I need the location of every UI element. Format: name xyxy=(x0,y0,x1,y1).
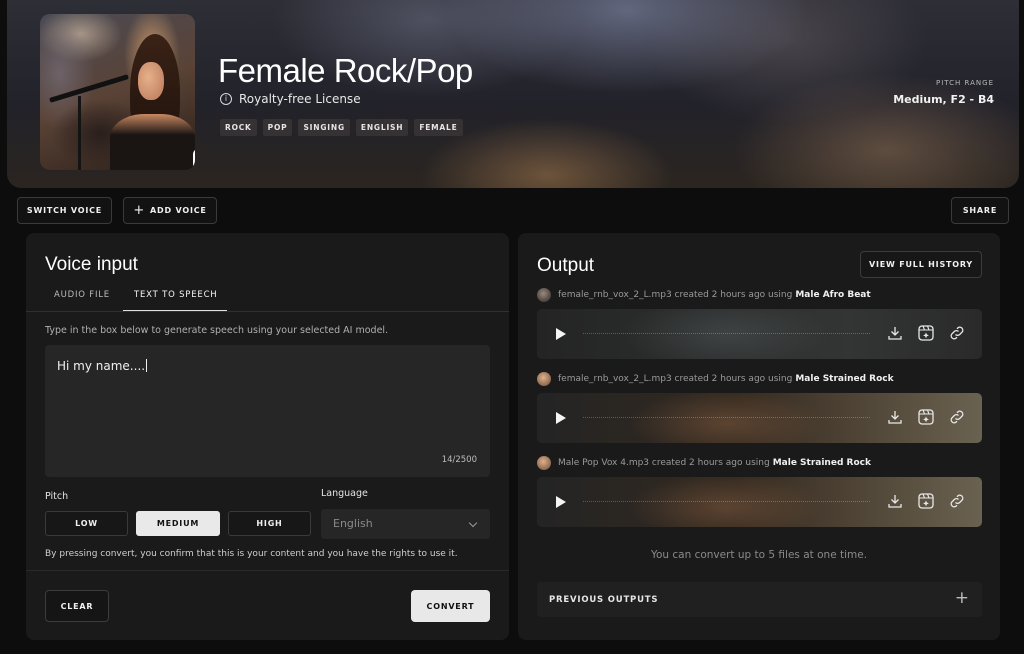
pitch-medium-button[interactable]: MEDIUM xyxy=(136,511,220,536)
voice-title: Female Rock/Pop xyxy=(218,52,473,89)
output-model-name: Male Strained Rock xyxy=(772,458,871,468)
link-icon[interactable] xyxy=(948,324,966,342)
share-label: SHARE xyxy=(962,206,998,215)
license-label: Royalty-free License xyxy=(239,92,361,106)
voice-tags: ROCK POP SINGING ENGLISH FEMALE xyxy=(220,119,463,136)
rights-disclaimer: By pressing convert, you confirm that th… xyxy=(45,549,458,559)
conversion-limit-note: You can convert up to 5 files at one tim… xyxy=(650,549,868,561)
character-count: 14/2500 xyxy=(441,455,477,465)
sparkle-icon[interactable] xyxy=(917,492,935,510)
previous-outputs-toggle[interactable]: PREVIOUS OUTPUTS + xyxy=(537,582,982,617)
speech-text-value: Hi my name.... xyxy=(57,359,148,373)
tag: FEMALE xyxy=(414,119,463,136)
play-icon[interactable] xyxy=(556,412,566,424)
pitch-high-button[interactable]: HIGH xyxy=(228,511,311,536)
pitch-range-value: Medium, F2 - B4 xyxy=(893,93,994,106)
tag: SINGING xyxy=(298,119,350,136)
link-icon[interactable] xyxy=(948,492,966,510)
clear-button[interactable]: CLEAR xyxy=(45,590,109,622)
audio-player xyxy=(537,393,982,443)
tab-text-to-speech[interactable]: TEXT TO SPEECH xyxy=(134,290,218,300)
switch-voice-button[interactable]: SWITCH VOICE xyxy=(17,197,112,224)
input-tabs: AUDIO FILE TEXT TO SPEECH xyxy=(26,288,509,312)
output-model-name: Male Strained Rock xyxy=(795,374,894,384)
add-to-collection-button[interactable]: + xyxy=(193,149,195,170)
plus-icon: + xyxy=(954,588,969,608)
license-info: i Royalty-free License xyxy=(220,92,361,106)
language-label: Language xyxy=(321,488,368,499)
tag: ENGLISH xyxy=(355,119,409,136)
tag: ROCK xyxy=(220,119,257,136)
clear-label: CLEAR xyxy=(60,601,94,611)
tag: POP xyxy=(262,119,293,136)
switch-voice-label: SWITCH VOICE xyxy=(26,206,103,215)
sparkle-icon[interactable] xyxy=(917,324,935,342)
avatar xyxy=(537,456,551,470)
previous-outputs-label: PREVIOUS OUTPUTS xyxy=(549,595,659,605)
pitch-range: PITCH RANGE Medium, F2 - B4 xyxy=(893,79,994,106)
add-voice-label: ADD VOICE xyxy=(150,206,207,215)
output-model-name: Male Afro Beat xyxy=(795,290,871,300)
link-icon[interactable] xyxy=(948,408,966,426)
input-helper-text: Type in the box below to generate speech… xyxy=(45,325,389,336)
output-title: Output xyxy=(537,255,595,276)
play-icon[interactable] xyxy=(556,496,566,508)
voice-input-title: Voice input xyxy=(45,254,138,275)
download-icon[interactable] xyxy=(886,408,904,426)
active-tab-indicator xyxy=(123,310,227,311)
voice-input-panel: Voice input AUDIO FILE TEXT TO SPEECH Ty… xyxy=(26,233,509,640)
info-icon: i xyxy=(220,93,232,105)
add-voice-button[interactable]: + ADD VOICE xyxy=(123,197,217,224)
avatar xyxy=(537,288,551,302)
voice-hero-banner: + Female Rock/Pop i Royalty-free License… xyxy=(7,0,1019,188)
convert-label: CONVERT xyxy=(426,601,475,611)
chevron-down-icon xyxy=(468,518,478,528)
share-button[interactable]: SHARE xyxy=(951,197,1009,224)
divider xyxy=(26,570,509,571)
output-meta: Male Pop Vox 4.mp3 created 2 hours ago u… xyxy=(537,456,871,470)
sparkle-icon[interactable] xyxy=(917,408,935,426)
tab-audio-file[interactable]: AUDIO FILE xyxy=(54,290,110,300)
speech-text-content: Hi my name.... xyxy=(57,359,146,373)
cover-microphone xyxy=(49,74,129,103)
output-file-info: female_rnb_vox_2_L.mp3 created 2 hours a… xyxy=(558,290,793,300)
plus-icon: + xyxy=(133,203,146,218)
history-label: VIEW FULL HISTORY xyxy=(869,260,973,269)
speech-text-input[interactable]: Hi my name.... 14/2500 xyxy=(45,345,490,477)
waveform xyxy=(583,501,870,502)
output-file-info: female_rnb_vox_2_L.mp3 created 2 hours a… xyxy=(558,374,793,384)
language-value: English xyxy=(333,517,373,530)
audio-player xyxy=(537,309,982,359)
avatar xyxy=(537,372,551,386)
download-icon[interactable] xyxy=(886,492,904,510)
waveform xyxy=(583,333,870,334)
output-meta: female_rnb_vox_2_L.mp3 created 2 hours a… xyxy=(537,372,894,386)
language-select[interactable]: English xyxy=(321,509,490,539)
play-icon[interactable] xyxy=(556,328,566,340)
output-panel: Output VIEW FULL HISTORY female_rnb_vox_… xyxy=(518,233,1000,640)
convert-button[interactable]: CONVERT xyxy=(411,590,490,622)
waveform xyxy=(583,417,870,418)
voice-cover-image: + xyxy=(40,14,195,170)
download-icon[interactable] xyxy=(886,324,904,342)
text-caret xyxy=(146,359,148,372)
cover-singer-face xyxy=(138,62,164,100)
cover-singer-body xyxy=(110,114,195,170)
pitch-low-button[interactable]: LOW xyxy=(45,511,128,536)
pitch-label: Pitch xyxy=(45,491,69,502)
output-file-info: Male Pop Vox 4.mp3 created 2 hours ago u… xyxy=(558,458,770,468)
audio-player xyxy=(537,477,982,527)
cover-mic-stand xyxy=(78,96,81,170)
view-full-history-button[interactable]: VIEW FULL HISTORY xyxy=(860,251,982,278)
pitch-range-label: PITCH RANGE xyxy=(936,79,994,87)
output-meta: female_rnb_vox_2_L.mp3 created 2 hours a… xyxy=(537,288,871,302)
